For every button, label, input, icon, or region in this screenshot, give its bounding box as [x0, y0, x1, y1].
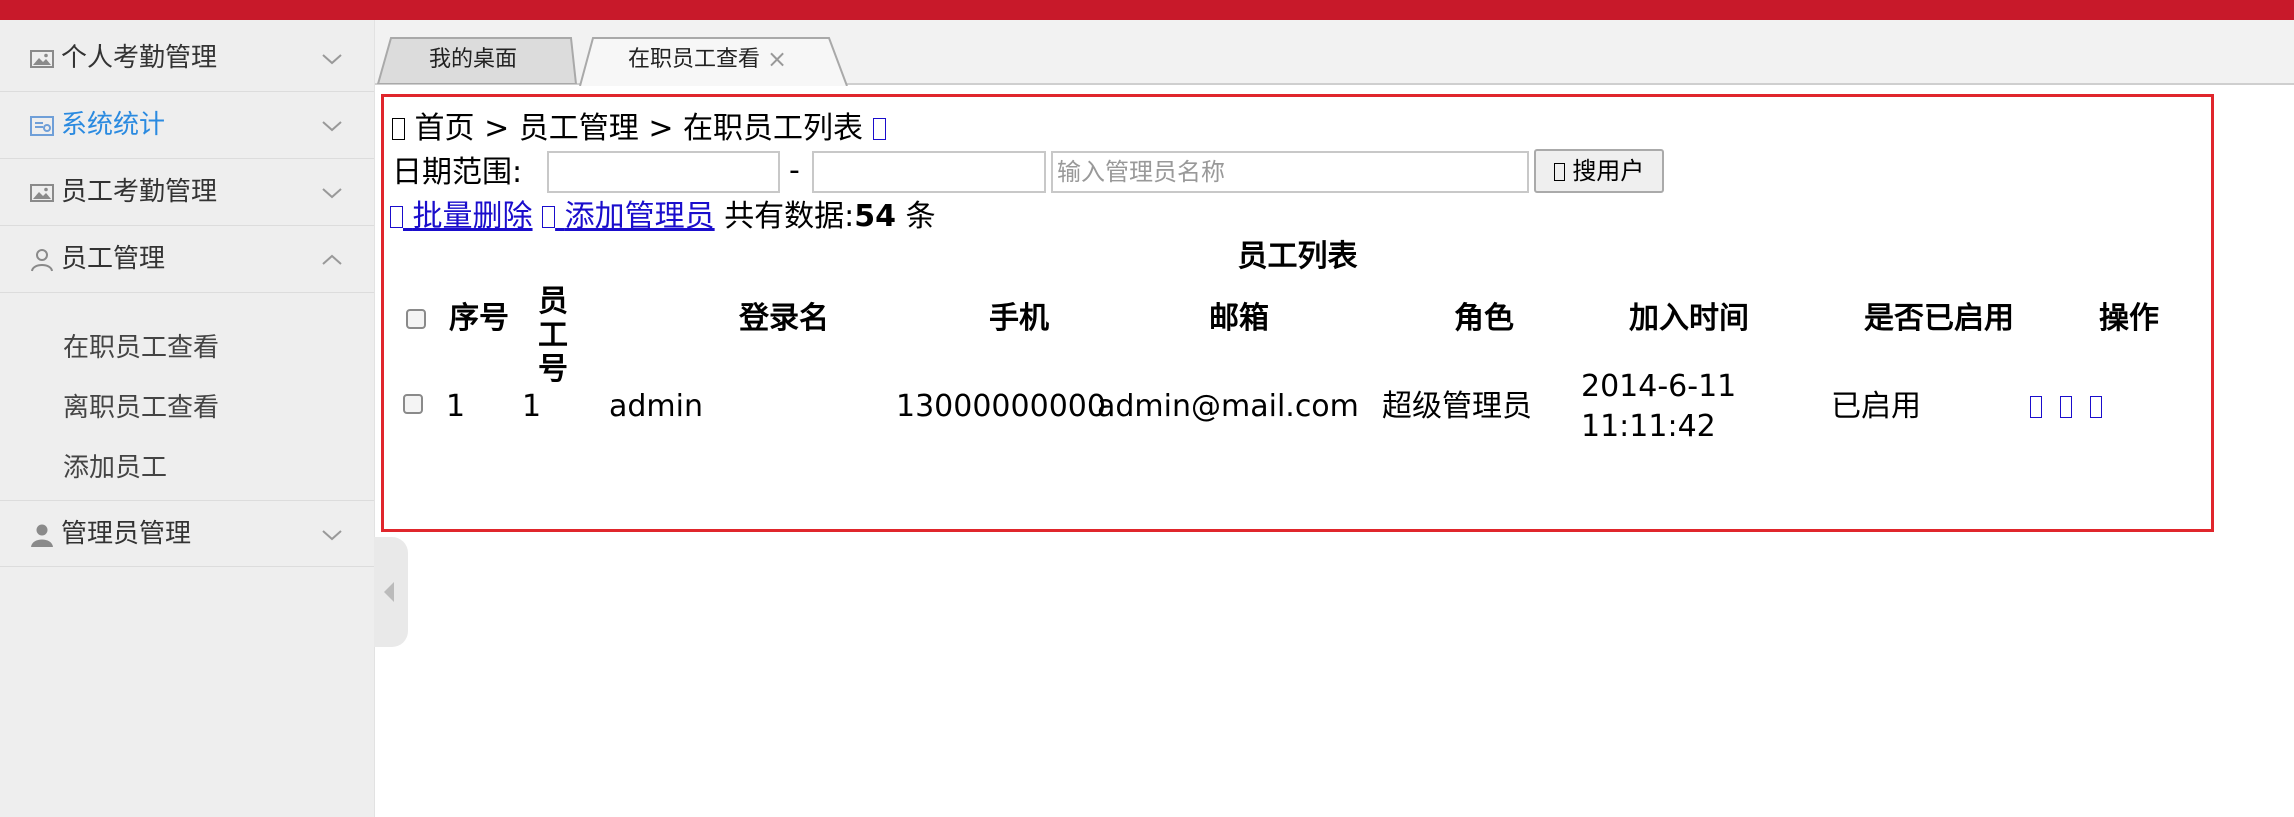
breadcrumb: 首页 > 员工管理 > 在职员工列表 [392, 109, 886, 149]
cell-status: 已启用 [1831, 389, 1921, 424]
search-user-button[interactable]: 搜用户 [1534, 149, 1664, 193]
sidebar-collapse-handle[interactable] [374, 537, 408, 647]
caret-left-icon [384, 582, 394, 602]
close-icon[interactable]: × [767, 44, 787, 74]
total-prefix: 共有数据: [724, 199, 855, 234]
refresh-icon [872, 118, 886, 140]
breadcrumb-home[interactable]: 首页 [415, 111, 475, 146]
cell-joined-time: 11:11:42 [1581, 409, 1716, 444]
batch-delete-link[interactable]: 批量删除 [390, 199, 533, 234]
total-suffix: 条 [905, 199, 936, 234]
add-admin-label: 添加管理员 [564, 199, 715, 234]
tab-strip: 我的桌面 在职员工查看 × [375, 20, 2294, 86]
menu-label: 管理员管理 [61, 519, 192, 549]
row-checkbox[interactable] [403, 394, 423, 414]
col-header-email: 邮箱 [1209, 301, 1269, 336]
submenu-departed-employees[interactable]: 离职员工查看 [63, 391, 219, 425]
breadcrumb-separator: > [648, 111, 674, 146]
col-header-role: 角色 [1454, 301, 1514, 336]
cell-joined-date: 2014-6-11 [1581, 369, 1737, 404]
cell-phone: 13000000000 [896, 389, 1106, 424]
search-icon [1553, 163, 1565, 181]
cell-login: admin [609, 389, 703, 424]
col-header-joined: 加入时间 [1629, 301, 1749, 336]
cell-seq: 1 [446, 389, 466, 424]
col-header-seq: 序号 [449, 301, 509, 336]
col-header-login: 登录名 [739, 301, 829, 336]
image-icon [30, 184, 54, 202]
col-header-actions: 操作 [2099, 301, 2159, 336]
date-dash: - [789, 153, 800, 188]
menu-admin-management[interactable]: 管理员管理 [0, 500, 374, 567]
total-count: 54 [854, 199, 897, 234]
chevron-down-icon [322, 54, 342, 65]
chevron-down-icon [322, 530, 342, 541]
toggle-icon [2030, 396, 2042, 418]
admin-name-search-input[interactable] [1051, 151, 1529, 193]
cell-actions [2030, 387, 2120, 427]
start-date-input[interactable] [547, 151, 780, 193]
chevron-down-icon [322, 121, 342, 132]
search-button-label: 搜用户 [1572, 157, 1645, 185]
menu-label: 系统统计 [61, 110, 166, 140]
top-bar [0, 0, 2294, 20]
menu-label: 员工管理 [61, 244, 166, 274]
user-outline-icon [31, 249, 53, 272]
submenu-add-employee[interactable]: 添加员工 [63, 451, 167, 485]
cell-emp-no: 1 [522, 389, 542, 424]
tab-my-desktop[interactable]: 我的桌面 [377, 36, 577, 84]
toggle-status-link[interactable] [2030, 389, 2060, 424]
menu-employee-attendance[interactable]: 员工考勤管理 [0, 159, 374, 226]
content-frame: 首页 > 员工管理 > 在职员工列表 日期范围: - 搜用户 批量删除 添加管理… [381, 94, 2214, 532]
user-filled-icon [31, 524, 53, 547]
image-icon [30, 50, 54, 68]
menu-system-stats[interactable]: 系统统计 [0, 92, 374, 159]
col-header-phone: 手机 [989, 301, 1049, 336]
breadcrumb-separator: > [484, 111, 510, 146]
sidebar: 个人考勤管理 系统统计 员工考勤管理 员工管理 在职员工查看 离职员工查看 添加… [0, 20, 375, 817]
chart-icon [30, 116, 54, 136]
menu-personal-attendance[interactable]: 个人考勤管理 [0, 25, 374, 92]
delete-icon [2090, 396, 2102, 418]
edit-link[interactable] [2060, 389, 2090, 424]
home-icon [392, 118, 405, 140]
delete-link[interactable] [2090, 389, 2120, 424]
menu-employee-management[interactable]: 员工管理 [0, 226, 374, 293]
refresh-link[interactable] [872, 111, 886, 146]
tab-label: 我的桌面 [429, 47, 518, 72]
chevron-down-icon [322, 188, 342, 199]
submenu-active-employees[interactable]: 在职员工查看 [63, 331, 219, 365]
edit-icon [2060, 396, 2072, 418]
chevron-up-icon [322, 254, 342, 265]
cell-email: admin@mail.com [1097, 389, 1359, 424]
tab-label: 在职员工查看 [628, 47, 761, 72]
tab-active-employees[interactable]: 在职员工查看 × [579, 36, 849, 86]
add-icon [542, 206, 556, 228]
end-date-input[interactable] [812, 151, 1046, 193]
cell-role: 超级管理员 [1382, 389, 1532, 424]
delete-icon [390, 206, 403, 228]
col-header-enabled: 是否已启用 [1864, 301, 2014, 336]
col-header-emp-no: 员工号 [538, 284, 568, 387]
menu-label: 员工考勤管理 [61, 177, 218, 207]
table-caption: 员工列表 [1237, 239, 1358, 274]
toolbar: 批量删除 添加管理员 共有数据:54 条 [390, 197, 936, 237]
menu-label: 个人考勤管理 [61, 43, 218, 73]
batch-delete-label: 批量删除 [412, 199, 533, 234]
breadcrumb-current: 在职员工列表 [683, 111, 864, 146]
add-admin-link[interactable]: 添加管理员 [542, 199, 715, 234]
date-range-label: 日期范围: [392, 155, 523, 190]
breadcrumb-section[interactable]: 员工管理 [519, 111, 639, 146]
select-all-checkbox[interactable] [406, 309, 426, 329]
